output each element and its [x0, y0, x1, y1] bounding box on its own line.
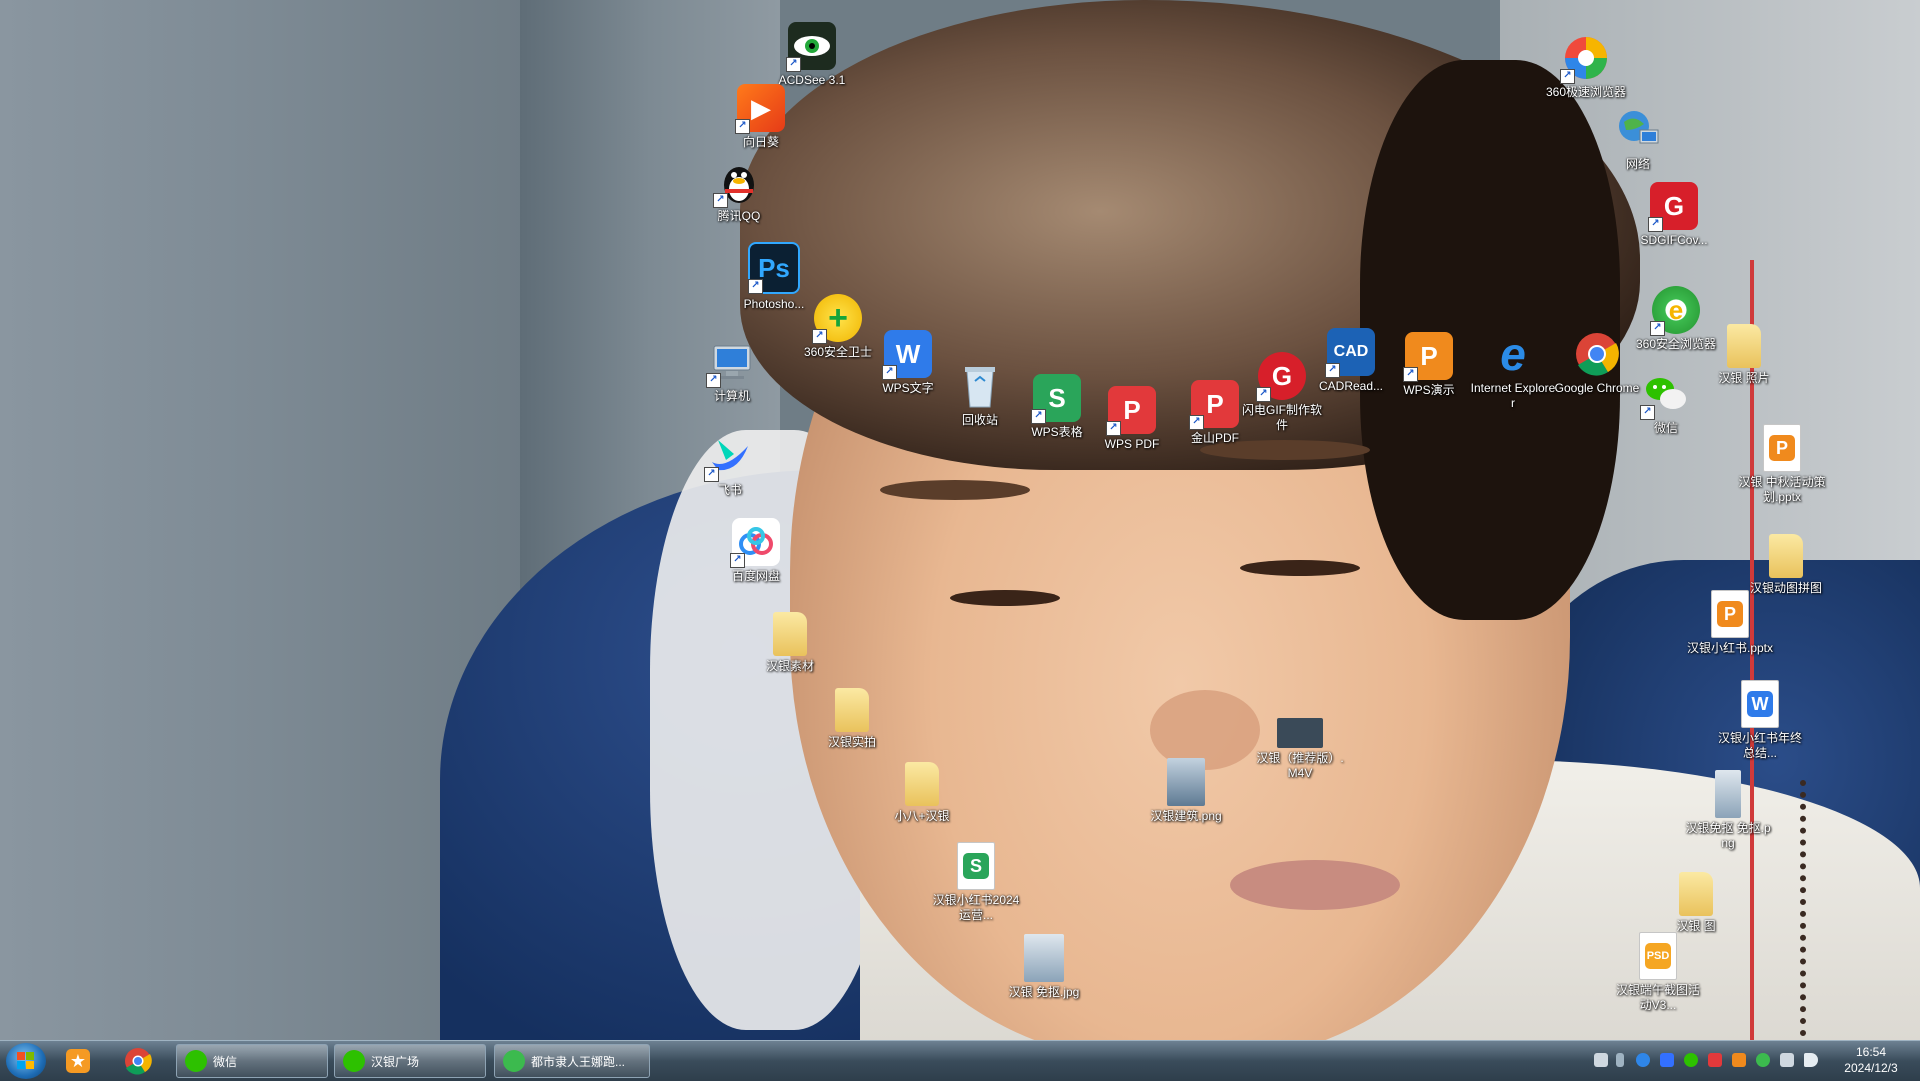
desktop-icon-sdgifcov[interactable]: G ↗ SDGIFCov... — [1630, 182, 1718, 248]
folder-icon — [773, 612, 807, 656]
desktop-folder-xiaoba-hanyin[interactable]: 小八+汉银 — [878, 762, 966, 824]
desktop-icon-acdsee[interactable]: ↗ ACDSee 3.1 — [768, 22, 856, 88]
folder-icon — [835, 688, 869, 732]
network-tray-icon[interactable] — [1780, 1053, 1794, 1067]
taskbar: ★ 微信 汉银广场 都市隶人王娜跑... 16:54 2024/12/3 — [0, 1040, 1920, 1081]
desktop-file-hanyin-duanwu-psd[interactable]: PSD 汉银端午截图活动V3... — [1614, 932, 1702, 1013]
desktop-folder-hanyin-shipai[interactable]: 汉银实拍 — [808, 688, 896, 750]
windows-logo-icon — [17, 1052, 35, 1070]
wallpaper-necklace — [1800, 780, 1836, 1040]
desktop-icon-recycle-bin[interactable]: 回收站 — [936, 362, 1024, 428]
computer-monitor-icon: ↗ — [706, 338, 756, 388]
flash-gif-icon: G ↗ — [1256, 352, 1306, 402]
desktop-icon-cad-reader[interactable]: CAD ↗ CADRead... — [1307, 328, 1395, 394]
desktop-icon-computer[interactable]: ↗ 计算机 — [688, 338, 776, 404]
wps-presentation-file-icon: P — [1711, 590, 1749, 638]
sunlogin-tray-icon[interactable] — [1732, 1053, 1746, 1067]
desktop-folder-hanyin-zhaopian[interactable]: 汉银 照片 — [1700, 324, 1788, 386]
cad-reader-icon: CAD ↗ — [1325, 328, 1375, 378]
desktop-file-hanyin-xhs-nianzhong[interactable]: W 汉银小红书年终总结... — [1716, 680, 1804, 761]
desktop-file-hanyin-zhongqiu-pptx[interactable]: P 汉银 中秋活动策划.pptx — [1738, 424, 1826, 505]
desktop-icon-sunlogin[interactable]: ▶ ↗ 向日葵 — [717, 84, 805, 150]
wallpaper-brow-left — [880, 480, 1030, 500]
desktop-icon-360-browser-fast[interactable]: ↗ 360极速浏览器 — [1542, 34, 1630, 100]
video-file-icon — [1277, 718, 1323, 748]
wps-pdf-icon: P ↗ — [1106, 386, 1156, 436]
internet-explorer-icon: e — [1500, 328, 1526, 380]
folder-icon — [1769, 534, 1803, 578]
psd-file-icon: PSD — [1639, 932, 1677, 980]
start-button[interactable] — [6, 1043, 46, 1079]
desktop-file-hanyin-mianko-png[interactable]: 汉银免抠 免抠.png — [1684, 770, 1772, 851]
photoshop-icon: Ps ↗ — [748, 242, 800, 294]
desktop-icon-wps-pdf[interactable]: P ↗ WPS PDF — [1088, 386, 1176, 452]
baidu-netdisk-cloud-icon: ↗ — [730, 518, 780, 568]
desktop-icon-wps-presentation[interactable]: P ↗ WPS演示 — [1385, 332, 1473, 398]
desktop-folder-hanyin-dongtu[interactable]: 汉银动图拼图 — [1742, 534, 1830, 596]
desktop-file-hanyin-m4v[interactable]: 汉银（推荐版）.M4V — [1256, 718, 1344, 781]
feishu-bird-icon: ↗ — [704, 432, 754, 482]
recycle-bin-icon — [956, 362, 1004, 410]
desktop-icon-internet-explorer[interactable]: e Internet Explorer — [1469, 328, 1557, 411]
acdsee-eye-icon: ↗ — [786, 22, 836, 72]
desktop-file-hanyin-xhs-pptx[interactable]: P 汉银小红书.pptx — [1686, 590, 1774, 656]
wechat-icon — [185, 1050, 207, 1072]
desktop-icon-qq[interactable]: ↗ 腾讯QQ — [695, 158, 783, 224]
wps-tray-icon[interactable] — [1708, 1053, 1722, 1067]
qq-penguin-icon: ↗ — [713, 158, 763, 208]
sdgif-converter-icon: G ↗ — [1648, 182, 1698, 232]
wallpaper-eye-left — [950, 590, 1060, 606]
wps-presentation-icon: P ↗ — [1403, 332, 1453, 382]
taskbar-window-browser[interactable]: 都市隶人王娜跑... — [494, 1044, 650, 1078]
wechat-icon — [343, 1050, 365, 1072]
wps-sheet-file-icon: S — [957, 842, 995, 890]
desktop-file-hanyin-mianko-jpg[interactable]: 汉银 免抠.jpg — [1000, 934, 1088, 1000]
desktop-icon-feishu[interactable]: ↗ 飞书 — [686, 432, 774, 498]
taskbar-pin-favorites[interactable]: ★ — [58, 1045, 98, 1077]
feishu-tray-icon[interactable] — [1636, 1053, 1650, 1067]
wps-sheets-icon: S ↗ — [1031, 374, 1081, 424]
wallpaper-eye-right — [1240, 560, 1360, 576]
kingsoft-pdf-icon: P ↗ — [1189, 380, 1239, 430]
clock-date: 2024/12/3 — [1844, 1061, 1898, 1075]
360-tray-icon[interactable] — [1756, 1053, 1770, 1067]
wechat-tray-icon[interactable] — [1684, 1053, 1698, 1067]
image-file-icon — [1715, 770, 1741, 818]
desktop-icon-wechat[interactable]: ↗ 微信 — [1622, 370, 1710, 436]
wps-writer-icon: W ↗ — [882, 330, 932, 380]
360-speed-browser-icon: ↗ — [1560, 34, 1610, 84]
desktop-file-hanyin-jianzhu-png[interactable]: 汉银建筑.png — [1142, 758, 1230, 824]
wps-presentation-file-icon: P — [1763, 424, 1801, 472]
clock-time: 16:54 — [1855, 1045, 1887, 1059]
taskbar-clock[interactable]: 16:54 2024/12/3 — [1832, 1044, 1910, 1076]
wallpaper-mouth — [1230, 860, 1400, 910]
image-file-icon — [1024, 934, 1064, 982]
image-file-icon — [1167, 758, 1205, 806]
favorites-star-icon: ★ — [66, 1049, 90, 1073]
qq-tray-icon[interactable] — [1660, 1053, 1674, 1067]
sunlogin-play-icon: ▶ ↗ — [735, 84, 785, 134]
wps-writer-file-icon: W — [1741, 680, 1779, 728]
360-safe-browser-icon — [503, 1050, 525, 1072]
360-safe-plus-icon: + ↗ — [812, 294, 862, 344]
folder-icon — [1679, 872, 1713, 916]
wechat-icon: ↗ — [1640, 370, 1690, 420]
chrome-icon — [1573, 330, 1621, 378]
360-safe-browser-icon: e ↗ — [1650, 286, 1700, 336]
taskbar-window-wechat[interactable]: 微信 — [176, 1044, 328, 1078]
show-hidden-icons-icon[interactable] — [1616, 1053, 1624, 1067]
desktop-icon-network[interactable]: 网络 — [1594, 106, 1682, 172]
keyboard-icon[interactable] — [1594, 1053, 1608, 1067]
desktop-folder-hanyin-tu[interactable]: 汉银 图 — [1652, 872, 1740, 934]
desktop-icon-baidu-netdisk[interactable]: ↗ 百度网盘 — [712, 518, 800, 584]
desktop-folder-hanyin-sucai[interactable]: 汉银素材 — [746, 612, 834, 674]
desktop-file-hanyin-xhs-2024[interactable]: S 汉银小红书2024运营... — [932, 842, 1020, 923]
network-globe-icon — [1614, 106, 1662, 154]
taskbar-pin-chrome[interactable] — [118, 1045, 158, 1077]
folder-icon — [1727, 324, 1761, 368]
chrome-icon — [125, 1048, 152, 1075]
folder-icon — [905, 762, 939, 806]
taskbar-window-hanyin-guangchang[interactable]: 汉银广场 — [334, 1044, 486, 1078]
volume-icon[interactable] — [1804, 1053, 1818, 1067]
